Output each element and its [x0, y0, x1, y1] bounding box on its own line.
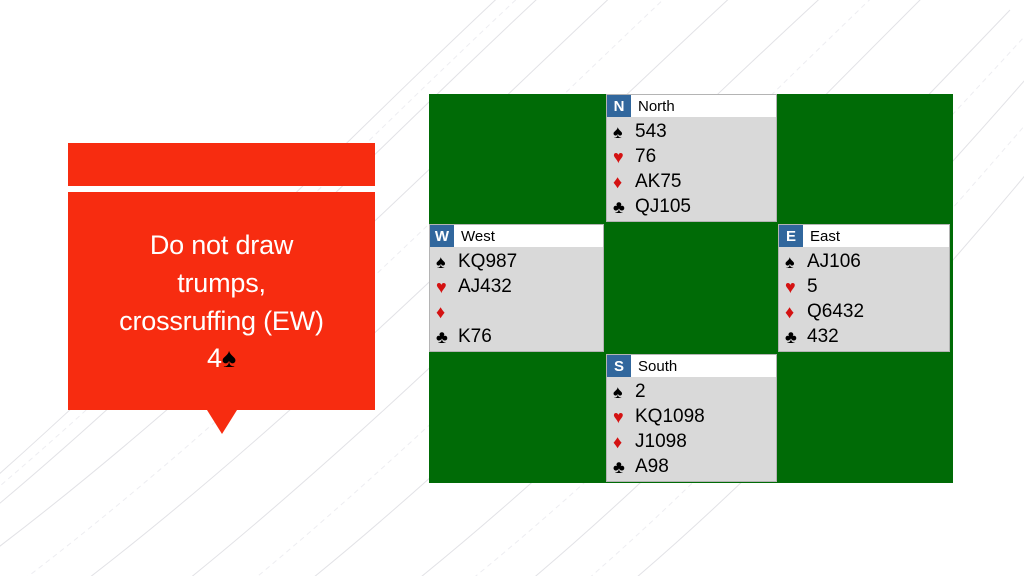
hand-north[interactable]: N North ♠ 543 ♥ 76 ♦ AK75 ♣ QJ105 — [606, 94, 777, 222]
heart-cards: 76 — [635, 145, 657, 167]
diamond-icon: ♦ — [613, 171, 623, 192]
compass-badge-east: E — [779, 225, 803, 247]
callout-line-3: crossruffing (EW) — [119, 306, 324, 336]
diamond-icon: ♦ — [785, 301, 795, 322]
hand-south-label: South — [638, 357, 678, 375]
club-icon: ♣ — [436, 326, 448, 347]
diamond-cards: Q6432 — [807, 300, 865, 322]
suit-row-diamonds: ♦ — [436, 299, 603, 324]
suit-row-hearts: ♥ KQ1098 — [613, 404, 776, 429]
suit-row-hearts: ♥ 76 — [613, 144, 776, 169]
spade-icon: ♠ — [785, 251, 795, 272]
suit-row-hearts: ♥ AJ432 — [436, 274, 603, 299]
club-cards: A98 — [635, 455, 669, 477]
hand-east[interactable]: E East ♠ AJ106 ♥ 5 ♦ Q6432 ♣ 432 — [778, 224, 950, 352]
bridge-hand-diagram: N North ♠ 543 ♥ 76 ♦ AK75 ♣ QJ105 W West… — [429, 94, 953, 483]
hand-east-suits: ♠ AJ106 ♥ 5 ♦ Q6432 ♣ 432 — [779, 247, 949, 351]
suit-row-spades: ♠ 543 — [613, 119, 776, 144]
spade-cards: KQ987 — [458, 250, 518, 272]
suit-row-diamonds: ♦ J1098 — [613, 429, 776, 454]
heart-icon: ♥ — [785, 276, 796, 297]
compass-badge-south: S — [607, 355, 631, 377]
callout-title-bar[interactable] — [68, 143, 375, 186]
callout-body[interactable]: Do not draw trumps, crossruffing (EW) 4♠ — [68, 192, 375, 410]
suit-row-clubs: ♣ A98 — [613, 454, 776, 479]
club-icon: ♣ — [785, 326, 797, 347]
spade-cards: 543 — [635, 120, 667, 142]
suit-row-clubs: ♣ 432 — [785, 324, 949, 349]
suit-row-diamonds: ♦ AK75 — [613, 169, 776, 194]
hand-south-header: S South — [607, 355, 776, 377]
club-icon: ♣ — [613, 196, 625, 217]
suit-row-spades: ♠ AJ106 — [785, 249, 949, 274]
callout-contract: 4♠ — [77, 340, 367, 376]
spade-cards: AJ106 — [807, 250, 861, 272]
suit-row-diamonds: ♦ Q6432 — [785, 299, 949, 324]
compass-badge-west: W — [430, 225, 454, 247]
callout-message: Do not draw trumps, crossruffing (EW) 4♠ — [77, 226, 367, 376]
suit-row-clubs: ♣ QJ105 — [613, 194, 776, 219]
club-cards: QJ105 — [635, 195, 691, 217]
hand-north-suits: ♠ 543 ♥ 76 ♦ AK75 ♣ QJ105 — [607, 117, 776, 221]
club-cards: 432 — [807, 325, 839, 347]
spade-icon: ♠ — [613, 381, 623, 402]
suit-row-spades: ♠ KQ987 — [436, 249, 603, 274]
diamond-cards: AK75 — [635, 170, 682, 192]
callout-pointer-tail — [207, 410, 237, 434]
callout-line-1: Do not draw — [149, 230, 294, 260]
diamond-icon: ♦ — [613, 431, 623, 452]
callout-line-2: trumps, — [177, 268, 266, 298]
hand-south[interactable]: S South ♠ 2 ♥ KQ1098 ♦ J1098 ♣ A98 — [606, 354, 777, 482]
suit-row-hearts: ♥ 5 — [785, 274, 949, 299]
hand-east-header: E East — [779, 225, 949, 247]
hand-north-header: N North — [607, 95, 776, 117]
hand-west-suits: ♠ KQ987 ♥ AJ432 ♦ ♣ K76 — [430, 247, 603, 351]
spade-cards: 2 — [635, 380, 646, 402]
heart-cards: KQ1098 — [635, 405, 705, 427]
diamond-cards: J1098 — [635, 430, 687, 452]
spade-icon: ♠ — [613, 121, 623, 142]
club-cards: K76 — [458, 325, 492, 347]
contract-level: 4 — [207, 343, 222, 373]
heart-icon: ♥ — [613, 406, 624, 427]
diamond-icon: ♦ — [436, 301, 446, 322]
compass-badge-north: N — [607, 95, 631, 117]
hand-west-label: West — [461, 227, 495, 245]
heart-icon: ♥ — [436, 276, 447, 297]
suit-row-clubs: ♣ K76 — [436, 324, 603, 349]
hand-south-suits: ♠ 2 ♥ KQ1098 ♦ J1098 ♣ A98 — [607, 377, 776, 481]
heart-cards: 5 — [807, 275, 818, 297]
hand-east-label: East — [810, 227, 841, 245]
hand-north-label: North — [638, 97, 675, 115]
hand-west[interactable]: W West ♠ KQ987 ♥ AJ432 ♦ ♣ K76 — [429, 224, 604, 352]
hand-west-header: W West — [430, 225, 603, 247]
heart-cards: AJ432 — [458, 275, 512, 297]
slide-canvas: Do not draw trumps, crossruffing (EW) 4♠… — [0, 0, 1024, 576]
spade-icon: ♠ — [436, 251, 446, 272]
heart-icon: ♥ — [613, 146, 624, 167]
spade-icon: ♠ — [221, 343, 236, 373]
club-icon: ♣ — [613, 456, 625, 477]
suit-row-spades: ♠ 2 — [613, 379, 776, 404]
